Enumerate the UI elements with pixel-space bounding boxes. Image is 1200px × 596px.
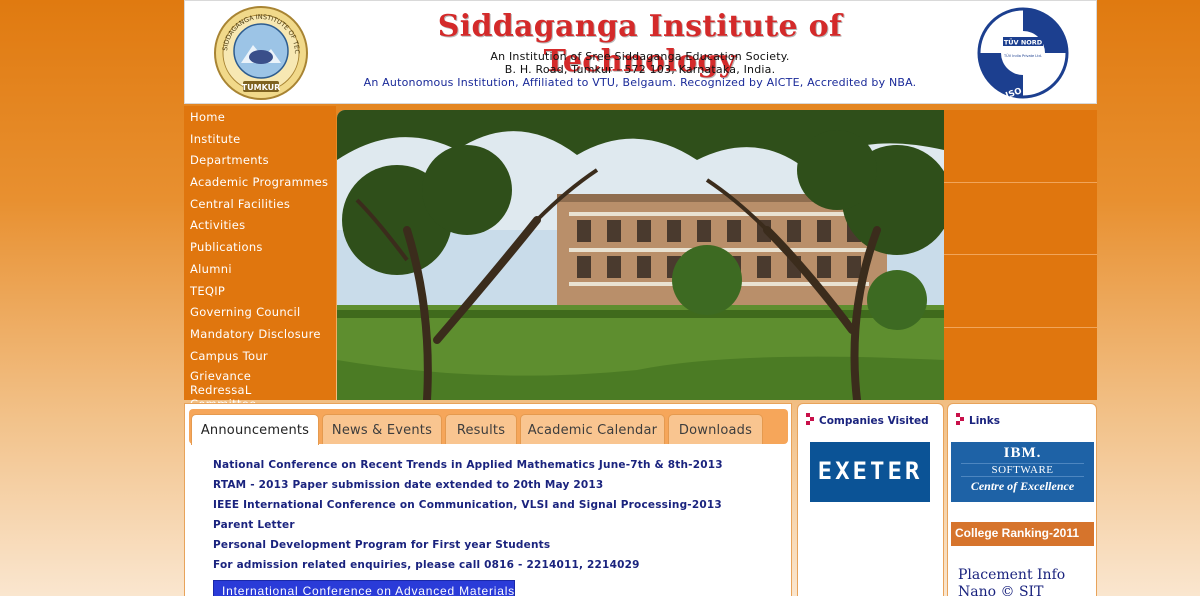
announcement-link[interactable]: National Conference on Recent Trends in … [213, 459, 773, 479]
tab-announcements[interactable]: Announcements [191, 414, 319, 445]
announcement-link[interactable]: RTAM - 2013 Paper submission date extend… [213, 479, 773, 499]
announcement-link[interactable]: Parent Letter [213, 519, 773, 539]
college-ranking-banner[interactable]: College Ranking-2011 [951, 522, 1094, 546]
nav-item-home[interactable]: Home [184, 108, 336, 130]
nav-item-departments[interactable]: Departments [184, 151, 336, 173]
nav-item-institute[interactable]: Institute [184, 130, 336, 152]
campus-hero-image [337, 110, 944, 400]
header-subtitle-address: B. H. Road, Tumkur - 572 103, Karnataka,… [504, 63, 776, 76]
banner-slot [944, 328, 1097, 401]
iso-certification-logo: TÜV NORD TÜV India Private Ltd. ISO 9001 [977, 7, 1069, 101]
seal-city-text: TUMKUR [242, 83, 281, 92]
tabs-panel: Announcements News & Events Results Acad… [184, 403, 792, 596]
right-banner-slots [944, 110, 1097, 400]
header-subtitle-society: An Institution of Sree Siddaganga Educat… [490, 50, 790, 63]
nav-item-governing-council[interactable]: Governing Council [184, 303, 336, 325]
ibm-coe-banner[interactable]: IBM. SOFTWARE Centre of Excellence [951, 442, 1094, 502]
header-subtitle-affiliation: An Autonomous Institution, Affiliated to… [363, 76, 917, 89]
companies-heading: Companies Visited [806, 413, 929, 427]
site-header: TUMKUR SIDDAGANGA INSTITUTE OF TECHNOLOG… [184, 0, 1097, 104]
links-heading-text: Links [969, 415, 1000, 427]
bullet-icon [806, 413, 815, 427]
company-logo-exeter[interactable]: EXETER [810, 442, 930, 502]
banner-slot [944, 255, 1097, 328]
placement-info-line: Placement Info [958, 567, 1066, 583]
placement-info[interactable]: Placement Info Nano © SIT [958, 567, 1065, 596]
nav-item-mandatory-disclosure[interactable]: Mandatory Disclosure [184, 325, 336, 347]
bullet-icon [956, 413, 965, 427]
nav-item-alumni[interactable]: Alumni [184, 260, 336, 282]
ibm-software-text: SOFTWARE [961, 463, 1084, 477]
tab-downloads[interactable]: Downloads [668, 414, 763, 444]
banner-slot [944, 110, 1097, 183]
announcement-list: National Conference on Recent Trends in … [213, 459, 773, 579]
announcement-link[interactable]: For admission related enquiries, please … [213, 559, 773, 579]
nav-item-campus-tour[interactable]: Campus Tour [184, 347, 336, 369]
links-heading: Links [956, 413, 1000, 427]
announcement-link[interactable]: IEEE International Conference on Communi… [213, 499, 773, 519]
companies-visited-box: Companies Visited EXETER [797, 403, 944, 596]
campus-photo-illustration [337, 110, 944, 400]
tab-bar: Announcements News & Events Results Acad… [189, 409, 788, 445]
iso-brand-text: TÜV NORD [1004, 38, 1043, 47]
institute-seal-logo[interactable]: TUMKUR SIDDAGANGA INSTITUTE OF TECHNOLOG… [213, 5, 309, 101]
ibm-coe-text: Centre of Excellence [970, 479, 1075, 493]
tab-results[interactable]: Results [445, 414, 517, 444]
iso-sub-text: TÜV India Private Ltd. [1003, 53, 1042, 58]
tab-news-events[interactable]: News & Events [322, 414, 442, 444]
nav-item-central-facilities[interactable]: Central Facilities [184, 195, 336, 217]
nav-item-teqip[interactable]: TEQIP [184, 282, 336, 304]
main-nav: Home Institute Departments Academic Prog… [184, 106, 336, 411]
tab-academic-calendar[interactable]: Academic Calendar [520, 414, 665, 444]
links-box: Links IBM. SOFTWARE Centre of Excellence… [947, 403, 1097, 596]
page: TUMKUR SIDDAGANGA INSTITUTE OF TECHNOLOG… [184, 0, 1097, 596]
banner-slot [944, 183, 1097, 255]
nav-item-activities[interactable]: Activities [184, 216, 336, 238]
ibm-logo-text: IBM. [1003, 445, 1042, 461]
companies-heading-text: Companies Visited [819, 415, 929, 427]
placement-info-line: Nano © SIT [958, 584, 1044, 596]
conference-banner[interactable]: International Conference on Advanced Mat… [213, 580, 515, 596]
announcement-link[interactable]: Personal Development Program for First y… [213, 539, 773, 559]
nav-item-academic-programmes[interactable]: Academic Programmes [184, 173, 336, 195]
nav-item-publications[interactable]: Publications [184, 238, 336, 260]
